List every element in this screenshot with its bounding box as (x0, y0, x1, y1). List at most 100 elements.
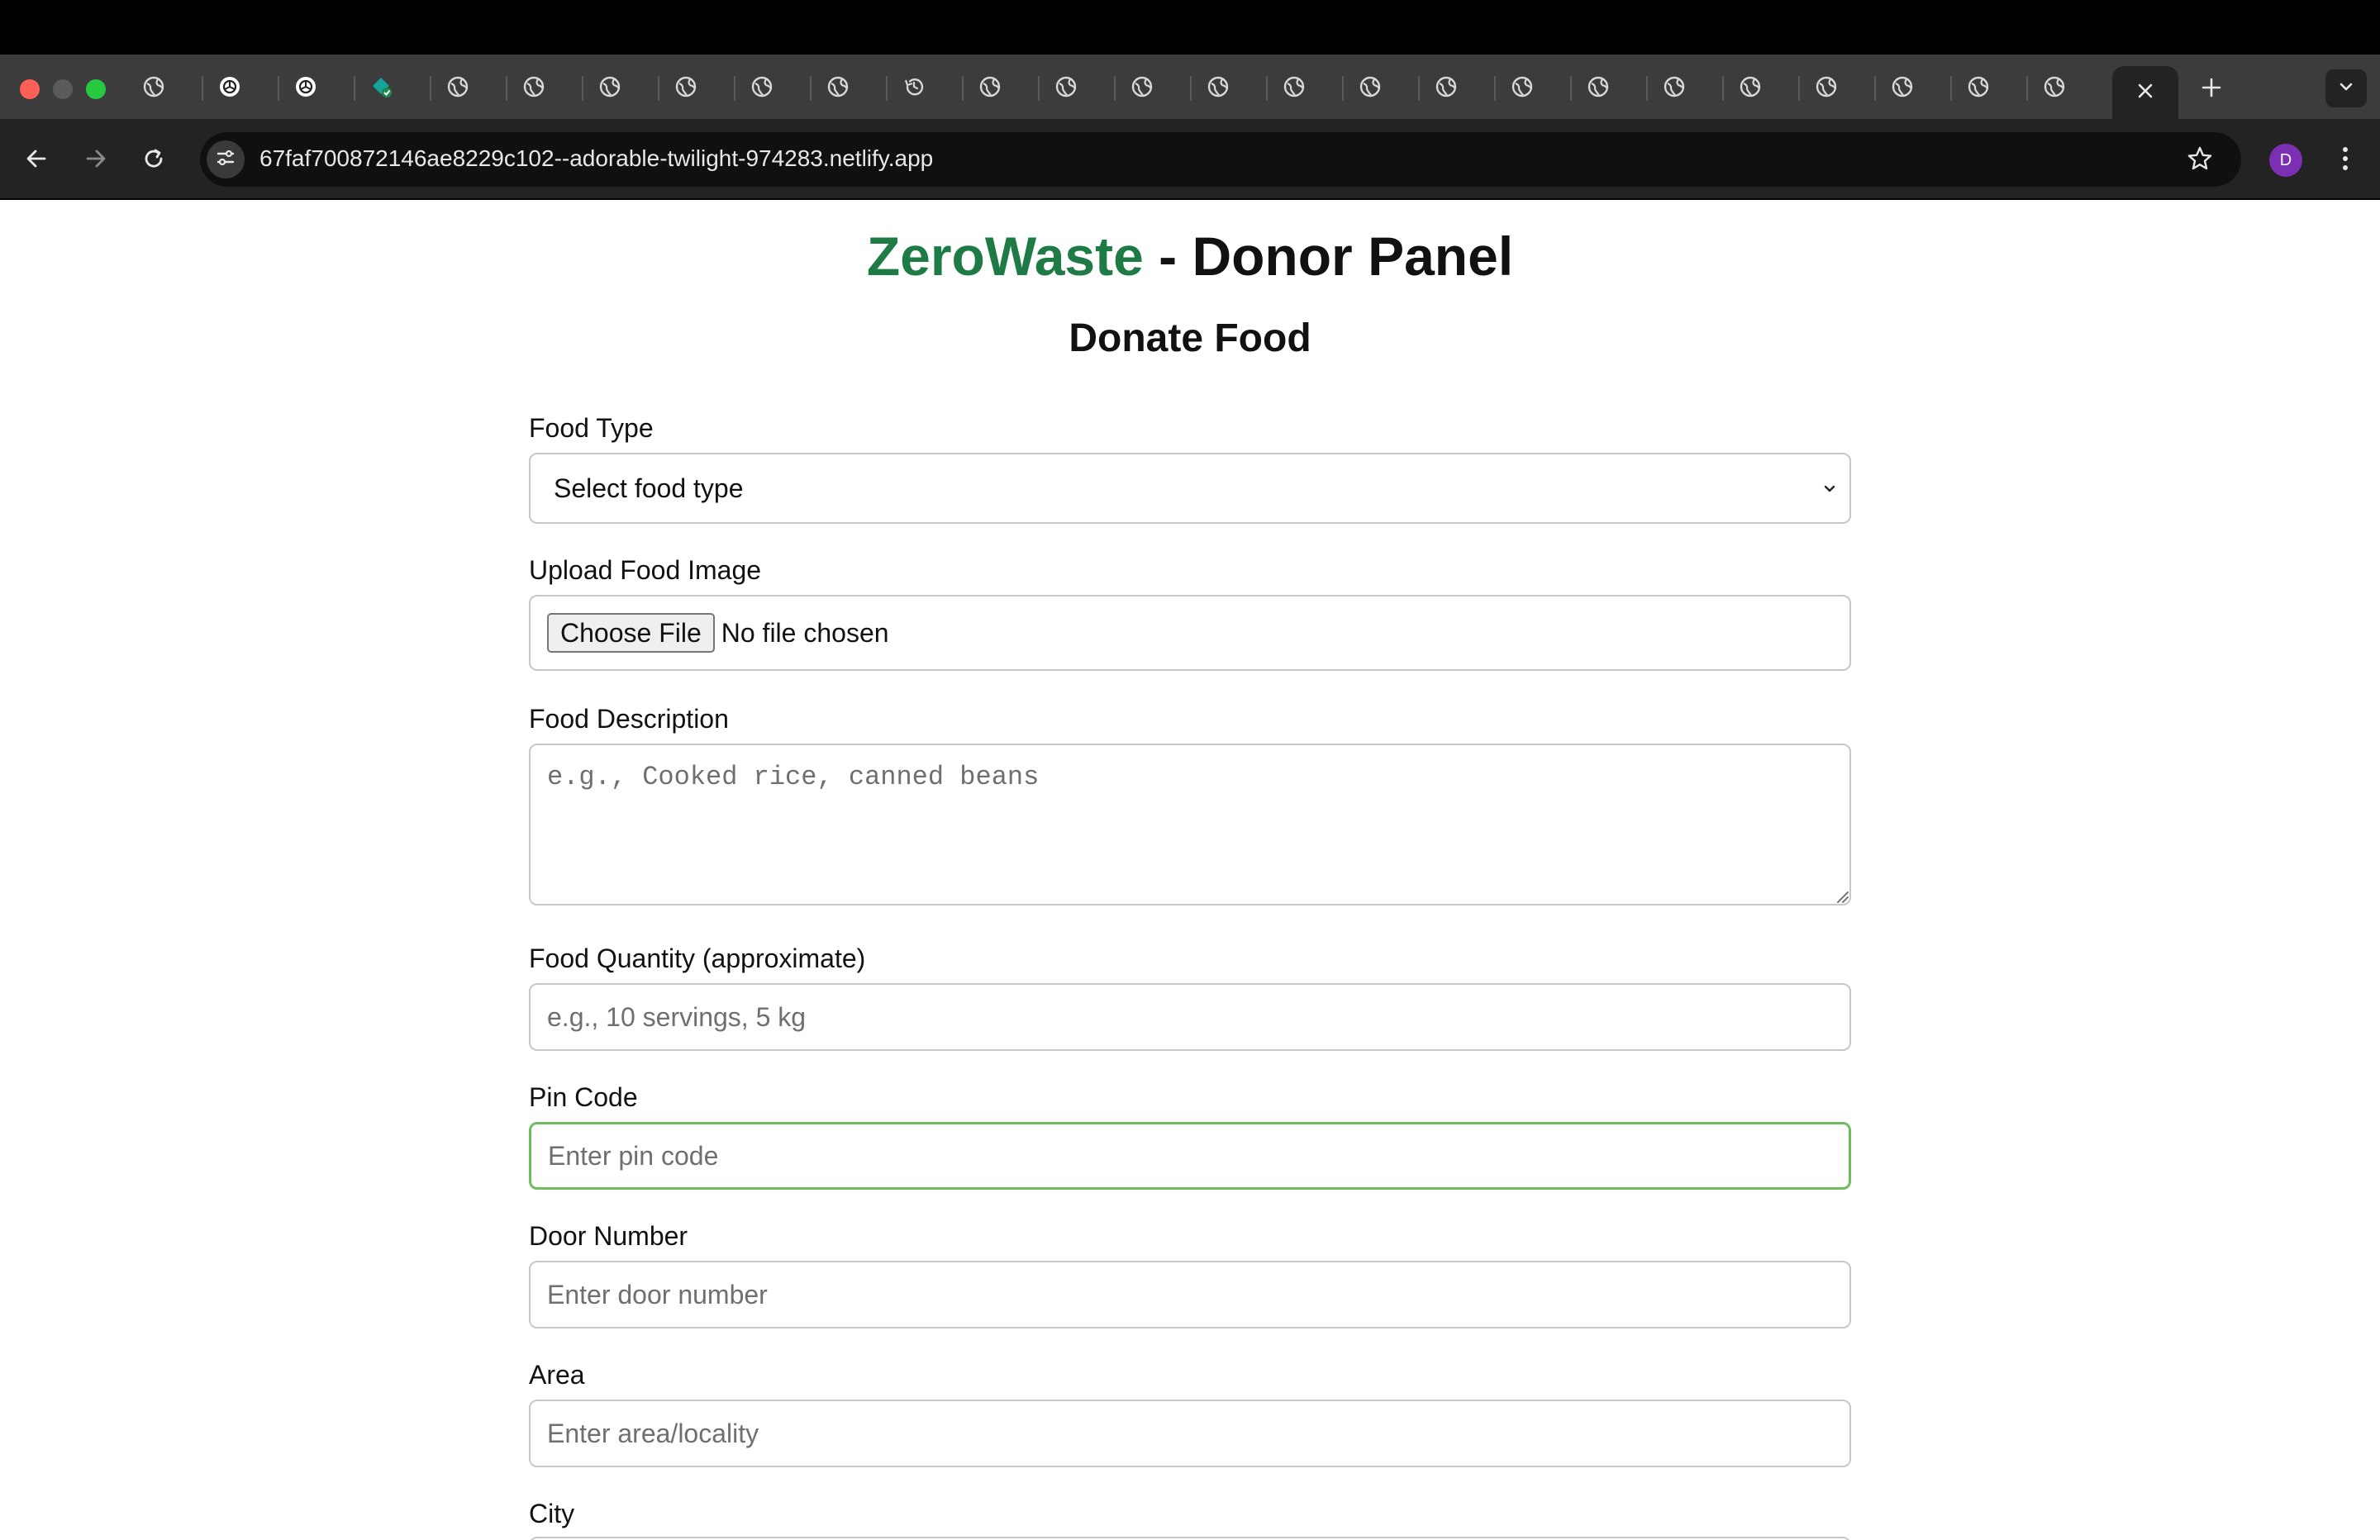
arrow-left-icon (24, 146, 49, 175)
browser-tab[interactable] (977, 75, 1003, 102)
tab-search-button[interactable] (2325, 69, 2367, 107)
new-tab-button[interactable] (2195, 73, 2228, 106)
tab-separator (1038, 76, 1040, 101)
more-vertical-icon (2341, 145, 2349, 176)
tab-separator (658, 76, 659, 101)
history-icon (902, 75, 926, 102)
zoom-window-button[interactable] (86, 79, 106, 99)
browser-tab[interactable] (369, 75, 395, 102)
plus-icon (2201, 77, 2222, 102)
file-status: No file chosen (721, 617, 889, 648)
food-description-label: Food Description (529, 704, 729, 734)
globe-icon (598, 75, 621, 102)
food-image-input[interactable]: Choose File No file chosen (529, 595, 1851, 671)
browser-tab[interactable] (673, 75, 699, 102)
globe-icon (446, 75, 469, 102)
browser-tab[interactable] (445, 75, 471, 102)
tab-separator (1646, 76, 1648, 101)
tab-separator (962, 76, 964, 101)
site-info-button[interactable] (207, 140, 245, 178)
browser-tab[interactable] (597, 75, 623, 102)
food-description-textarea[interactable] (529, 744, 1851, 905)
browser-tab[interactable] (1433, 75, 1459, 102)
chevron-down-icon (1821, 473, 1838, 504)
browser-tab[interactable] (2041, 75, 2068, 102)
close-window-button[interactable] (20, 79, 40, 99)
browser-tab[interactable] (1129, 75, 1155, 102)
tab-separator (810, 76, 812, 101)
city-label: City (529, 1499, 575, 1528)
browser-tab[interactable] (1205, 75, 1231, 102)
browser-tab[interactable] (293, 75, 319, 102)
brand-name: ZeroWaste (866, 226, 1144, 287)
openai-icon (218, 75, 241, 102)
area-input[interactable] (529, 1400, 1851, 1467)
tab-separator (430, 76, 431, 101)
resize-handle-icon[interactable] (1833, 887, 1849, 904)
tab-separator (1190, 76, 1192, 101)
globe-icon (1359, 75, 1382, 102)
food-type-label: Food Type (529, 413, 654, 443)
page-content: ZeroWaste - Donor Panel Donate Food Food… (0, 200, 2380, 1540)
globe-icon (142, 75, 165, 102)
page-title: ZeroWaste - Donor Panel (0, 225, 2380, 288)
city-input[interactable] (529, 1537, 1851, 1540)
door-number-label: Door Number (529, 1221, 688, 1251)
browser-tab[interactable] (1661, 75, 1687, 102)
arrow-right-icon (83, 146, 108, 175)
close-tab-icon[interactable] (2136, 82, 2154, 104)
profile-avatar[interactable]: D (2269, 144, 2302, 177)
food-quantity-label: Food Quantity (approximate) (529, 943, 866, 973)
openai-icon (294, 75, 317, 102)
bookmark-button[interactable] (2182, 142, 2218, 178)
browser-tab[interactable] (1813, 75, 1840, 102)
food-type-selected: Select food type (554, 473, 744, 503)
area-label: Area (529, 1360, 585, 1390)
food-image-label: Upload Food Image (529, 555, 762, 585)
globe-icon (978, 75, 1002, 102)
tab-separator (354, 76, 355, 101)
active-tab[interactable] (2112, 66, 2178, 119)
globe-icon (826, 75, 850, 102)
globe-icon (522, 75, 545, 102)
browser-tab[interactable] (1357, 75, 1383, 102)
system-menubar (0, 0, 2380, 55)
choose-file-button[interactable]: Choose File (547, 613, 715, 653)
browser-tab[interactable] (1585, 75, 1611, 102)
browser-tab[interactable] (1281, 75, 1307, 102)
forward-button[interactable] (78, 142, 114, 178)
globe-icon (1815, 75, 1838, 102)
tab-separator (1570, 76, 1572, 101)
minimize-window-button[interactable] (53, 79, 73, 99)
back-button[interactable] (18, 142, 55, 178)
browser-menu-button[interactable] (2327, 142, 2363, 178)
browser-tab[interactable] (140, 75, 167, 102)
door-number-input[interactable] (529, 1261, 1851, 1328)
reload-button[interactable] (136, 142, 172, 178)
browser-tab[interactable] (1737, 75, 1764, 102)
browser-tab[interactable] (1965, 75, 1992, 102)
browser-tab[interactable] (1889, 75, 1916, 102)
food-quantity-input[interactable] (529, 983, 1851, 1051)
browser-tab[interactable] (825, 75, 851, 102)
url-text[interactable]: 67faf700872146ae8229c102--adorable-twili… (259, 145, 933, 172)
globe-icon (1435, 75, 1458, 102)
tab-separator (506, 76, 507, 101)
browser-tab[interactable] (749, 75, 775, 102)
bookmark-check-icon (369, 74, 394, 103)
tab-separator (886, 76, 888, 101)
food-type-select[interactable]: Select food type (529, 453, 1851, 524)
globe-icon (1663, 75, 1686, 102)
star-icon (2187, 145, 2213, 176)
browser-tab[interactable] (1509, 75, 1535, 102)
pin-code-label: Pin Code (529, 1082, 638, 1112)
globe-icon (1511, 75, 1534, 102)
tune-icon (215, 147, 236, 173)
browser-tab[interactable] (901, 75, 927, 102)
browser-tab[interactable] (1053, 75, 1079, 102)
tab-separator (2026, 76, 2028, 101)
browser-tab[interactable] (521, 75, 547, 102)
tab-separator (1494, 76, 1496, 101)
pin-code-input[interactable] (529, 1122, 1851, 1190)
browser-tab[interactable] (217, 75, 243, 102)
